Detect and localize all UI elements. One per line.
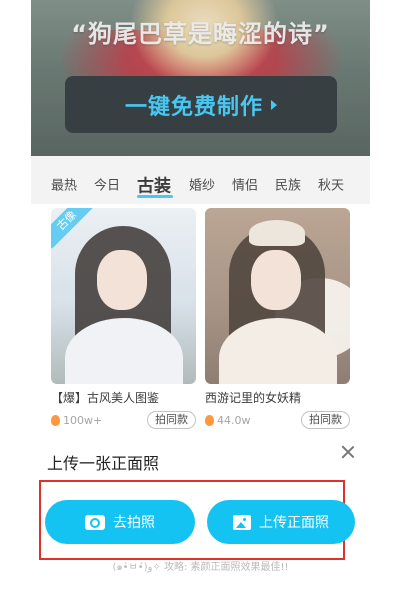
upload-sheet: 上传一张正面照 去拍照 上传正面照 (๑•̀ㅂ•́)و✧ 攻略: 素颜正面照效果… [31, 430, 370, 600]
take-photo-button[interactable]: 去拍照 [45, 500, 195, 544]
upload-photo-label: 上传正面照 [259, 515, 329, 531]
take-photo-label: 去拍照 [113, 515, 155, 531]
tip-text: (๑•̀ㅂ•́)و✧ 攻略: 素颜正面照效果最佳!! [112, 562, 289, 573]
camera-icon [85, 514, 105, 530]
sheet-title: 上传一张正面照 [47, 454, 160, 473]
phone-screen: “狗尾巴草是晦涩的诗” 一键免费制作 最热 今日 古装 婚纱 情侣 民族 秋天 … [31, 0, 370, 600]
image-icon [233, 514, 251, 530]
upload-photo-button[interactable]: 上传正面照 [207, 500, 355, 544]
close-icon[interactable] [340, 444, 356, 460]
